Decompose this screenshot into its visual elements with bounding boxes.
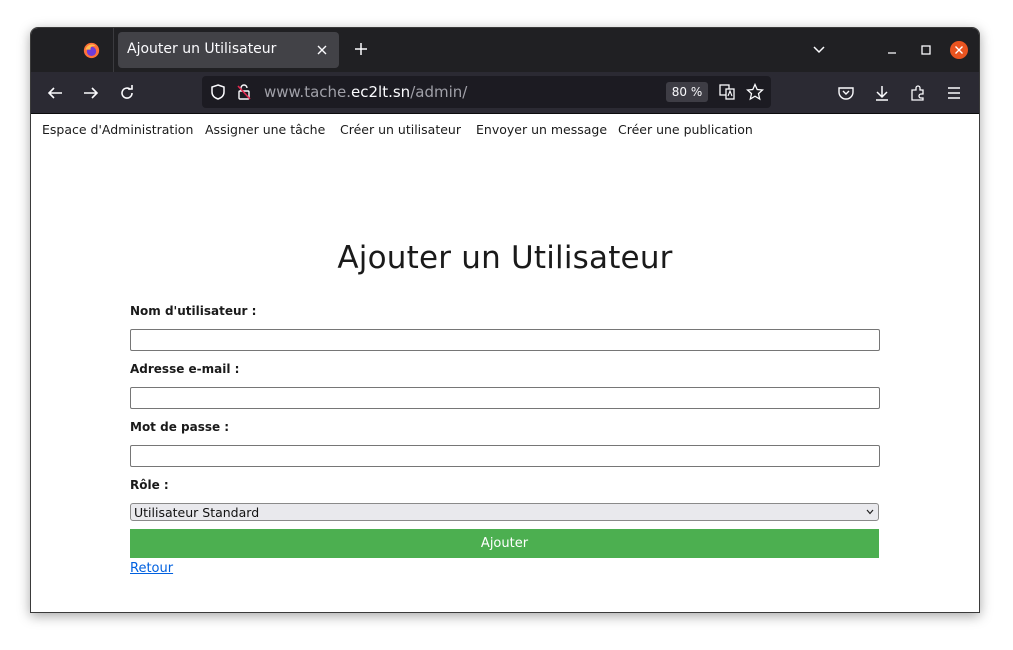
tab-title: Ajouter un Utilisateur xyxy=(127,41,277,57)
page-content: Espace d'Administration Assigner une tâc… xyxy=(31,114,979,612)
email-label: Adresse e-mail : xyxy=(130,362,240,376)
nav-link-create-user[interactable]: Créer un utilisateur xyxy=(340,122,461,137)
tab-active[interactable]: Ajouter un Utilisateur xyxy=(118,32,339,68)
username-input[interactable] xyxy=(130,329,880,351)
role-select[interactable]: Utilisateur Standard xyxy=(130,503,879,521)
url-host: ec2lt.sn xyxy=(351,83,411,101)
translate-icon[interactable] xyxy=(718,83,736,101)
url-bar[interactable]: www.tache.ec2lt.sn/admin/ 80 % xyxy=(202,76,771,108)
pocket-icon[interactable] xyxy=(837,84,855,102)
bookmark-star-icon[interactable] xyxy=(746,83,764,101)
nav-link-create-publication[interactable]: Créer une publication xyxy=(618,122,753,137)
new-tab-icon[interactable] xyxy=(353,41,369,57)
back-arrow-icon[interactable] xyxy=(46,84,64,102)
role-select-value: Utilisateur Standard xyxy=(134,505,260,520)
nav-link-admin-space[interactable]: Espace d'Administration xyxy=(42,122,193,137)
shield-icon[interactable] xyxy=(209,83,227,101)
role-label: Rôle : xyxy=(130,478,169,492)
back-link[interactable]: Retour xyxy=(130,561,173,576)
extensions-icon[interactable] xyxy=(909,84,927,102)
url-path: /admin/ xyxy=(410,83,468,101)
username-label: Nom d'utilisateur : xyxy=(130,304,257,318)
page-title: Ajouter un Utilisateur xyxy=(337,240,673,276)
download-icon[interactable] xyxy=(873,84,891,102)
email-input[interactable] xyxy=(130,387,880,409)
navigation-toolbar: www.tache.ec2lt.sn/admin/ 80 % xyxy=(31,72,979,114)
nav-link-assign-task[interactable]: Assigner une tâche xyxy=(205,122,325,137)
tab-bar: Ajouter un Utilisateur xyxy=(31,28,979,72)
tab-separator xyxy=(113,28,114,72)
chevron-down-icon xyxy=(866,509,874,515)
menu-hamburger-icon[interactable] xyxy=(945,84,963,102)
close-tab-icon[interactable] xyxy=(316,44,328,56)
password-label: Mot de passe : xyxy=(130,420,230,434)
maximize-icon[interactable] xyxy=(921,45,931,55)
browser-window: Ajouter un Utilisateur www.tache.ec2lt.s… xyxy=(30,27,980,613)
insecure-lock-icon[interactable] xyxy=(235,83,253,101)
chevron-down-icon[interactable] xyxy=(812,43,826,57)
minimize-icon[interactable] xyxy=(887,45,897,55)
add-user-button[interactable]: Ajouter xyxy=(130,529,879,558)
firefox-logo-icon xyxy=(83,42,100,59)
window-close-button[interactable] xyxy=(950,41,968,59)
url-prefix: www.tache. xyxy=(264,83,352,101)
password-input[interactable] xyxy=(130,445,880,467)
reload-icon[interactable] xyxy=(118,84,136,102)
forward-arrow-icon[interactable] xyxy=(82,84,100,102)
close-icon xyxy=(955,46,963,54)
nav-link-send-message[interactable]: Envoyer un message xyxy=(476,122,607,137)
zoom-level-badge[interactable]: 80 % xyxy=(666,82,708,102)
url-text[interactable]: www.tache.ec2lt.sn/admin/ xyxy=(264,83,467,101)
